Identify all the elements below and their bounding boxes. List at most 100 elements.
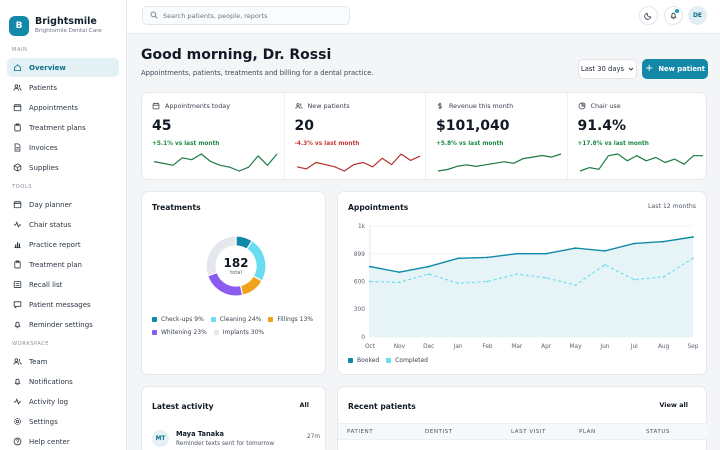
legend-item-check-ups[interactable]: Check-ups 9%	[152, 316, 204, 323]
point-booked	[545, 252, 548, 255]
legend-swatch	[152, 317, 157, 322]
invoice-icon	[12, 143, 22, 153]
sidebar-item-chair-status[interactable]: Chair status	[7, 215, 119, 234]
search-box[interactable]	[142, 6, 350, 25]
sidebar-item-recall-list[interactable]: Recall list	[7, 275, 119, 294]
sidebar-item-label: Reminder settings	[29, 320, 93, 329]
stat-sparkline	[579, 153, 703, 172]
point-booked	[692, 236, 694, 238]
appointments-title: Appointments	[348, 203, 409, 212]
stats-card: Appointments today 45 +5.1% vs last mont…	[141, 92, 707, 181]
search-input[interactable]	[163, 11, 343, 20]
users-icon	[294, 102, 308, 110]
point-booked	[457, 257, 459, 260]
col-patient[interactable]: PATIENT	[347, 429, 373, 435]
sidebar-item-treatment-plan[interactable]: Treatment plan	[7, 255, 119, 274]
appointments-range[interactable]: Last 12 months	[648, 203, 696, 210]
legend-item-whitening[interactable]: Whitening 23%	[152, 329, 207, 336]
stat-label: Appointments today	[165, 102, 230, 110]
sidebar-item-day-planner[interactable]: Day planner	[7, 195, 119, 214]
activity-item[interactable]: MT Maya Tanaka Reminder texts sent for t…	[152, 430, 320, 450]
avatar: MT	[152, 430, 169, 447]
point-completed	[574, 284, 577, 287]
legend-item-completed[interactable]: Completed	[386, 357, 428, 364]
x-tick-label: Jul	[630, 344, 638, 350]
col-last-visit[interactable]: LAST VISIT	[511, 429, 546, 435]
legend-item-implants[interactable]: Implants 30%	[213, 329, 265, 336]
sidebar-item-label: Day planner	[29, 200, 72, 209]
col-status[interactable]: STATUS	[646, 429, 670, 435]
stat-delta: +5.8% vs last month	[436, 141, 504, 147]
sparkline-path	[153, 153, 278, 172]
new-patient-button[interactable]: + New patient	[642, 59, 708, 79]
notifications-button[interactable]	[664, 6, 683, 25]
legend-label: Whitening 23%	[161, 329, 207, 336]
point-completed	[515, 273, 518, 275]
sidebar-item-patients[interactable]: Patients	[7, 78, 119, 97]
message-icon	[12, 300, 22, 310]
point-completed	[457, 282, 459, 285]
col-dentist[interactable]: DENTIST	[425, 429, 453, 435]
activity-card: Latest activity All MT Maya Tanaka Remin…	[141, 386, 326, 450]
point-booked	[633, 242, 636, 245]
point-completed	[486, 280, 489, 283]
point-completed	[633, 278, 636, 281]
treatments-card: Treatments 182 total Check-ups 9% Cleanin…	[141, 191, 326, 375]
brand-subtitle: Brightsmile Dental Care	[35, 27, 102, 34]
treatments-total: 182	[223, 255, 249, 270]
theme-toggle-button[interactable]	[639, 6, 658, 25]
stat-delta: +17.8% vs last month	[577, 141, 649, 147]
legend-swatch	[268, 317, 274, 322]
date-range-label: Last 30 days	[580, 65, 625, 73]
sidebar-item-overview[interactable]: Overview	[7, 58, 119, 77]
sidebar-item-appointments[interactable]: Appointments	[7, 98, 119, 117]
date-range-select[interactable]: Last 30 days	[578, 59, 637, 79]
point-completed	[398, 281, 401, 284]
legend-label: Booked	[357, 357, 380, 364]
sidebar-item-settings[interactable]: Settings	[7, 412, 119, 431]
legend-swatch	[210, 317, 216, 322]
legend-swatch	[213, 330, 219, 335]
sidebar-item-label: Recall list	[29, 280, 63, 289]
brand[interactable]: B Brightsmile Brightsmile Dental Care	[0, 0, 126, 40]
view-all-link[interactable]: View all	[659, 401, 688, 409]
point-completed	[604, 263, 606, 266]
sidebar-item-practice-report[interactable]: Practice report	[7, 235, 119, 254]
treatments-donut: 182 total	[198, 228, 274, 304]
sidebar-item-activity-log[interactable]: Activity log	[7, 392, 119, 411]
sidebar-item-team[interactable]: Team	[7, 352, 119, 371]
calendar-icon	[12, 200, 22, 210]
legend-label: Implants 30%	[222, 329, 265, 336]
pulse-icon	[12, 397, 22, 407]
x-tick-label: Jun	[599, 344, 609, 350]
stat-sparkline	[153, 153, 278, 172]
x-tick-label: May	[570, 344, 583, 350]
sidebar-item-help-center[interactable]: Help center	[7, 432, 119, 450]
point-booked	[604, 250, 606, 252]
point-booked	[574, 247, 577, 250]
treatments-total-label: total	[230, 269, 242, 276]
legend-item-cleaning[interactable]: Cleaning 24%	[210, 316, 261, 323]
sidebar-item-supplies[interactable]: Supplies	[7, 158, 119, 177]
sidebar-item-invoices[interactable]: Invoices	[7, 138, 119, 157]
stat-value: 45	[152, 118, 172, 134]
sidebar-item-reminder-settings[interactable]: Reminder settings	[7, 315, 119, 334]
legend-item-fillings[interactable]: Fillings 13%	[268, 316, 313, 323]
point-booked	[369, 265, 371, 268]
x-tick-label: Aug	[658, 344, 670, 350]
sidebar-item-label: Patient messages	[29, 300, 91, 309]
legend-item-booked[interactable]: Booked	[348, 357, 379, 364]
topbar: DE	[127, 0, 720, 34]
user-avatar[interactable]: DE	[688, 6, 707, 25]
bell-icon	[12, 377, 22, 387]
col-plan[interactable]: PLAN	[579, 429, 596, 435]
sidebar-item-label: Treatment plan	[29, 260, 82, 269]
sidebar: B Brightsmile Brightsmile Dental Care MA…	[0, 0, 127, 450]
x-tick-label: Apr	[541, 344, 552, 350]
stat-label: New patients	[307, 102, 350, 110]
pulse-icon	[12, 220, 22, 230]
sidebar-item-treatment-plans[interactable]: Treatment plans	[7, 118, 119, 137]
sidebar-item-patient-messages[interactable]: Patient messages	[7, 295, 119, 314]
activity-all-link[interactable]: All	[300, 401, 310, 409]
sidebar-item-notifications[interactable]: Notifications	[7, 372, 119, 391]
